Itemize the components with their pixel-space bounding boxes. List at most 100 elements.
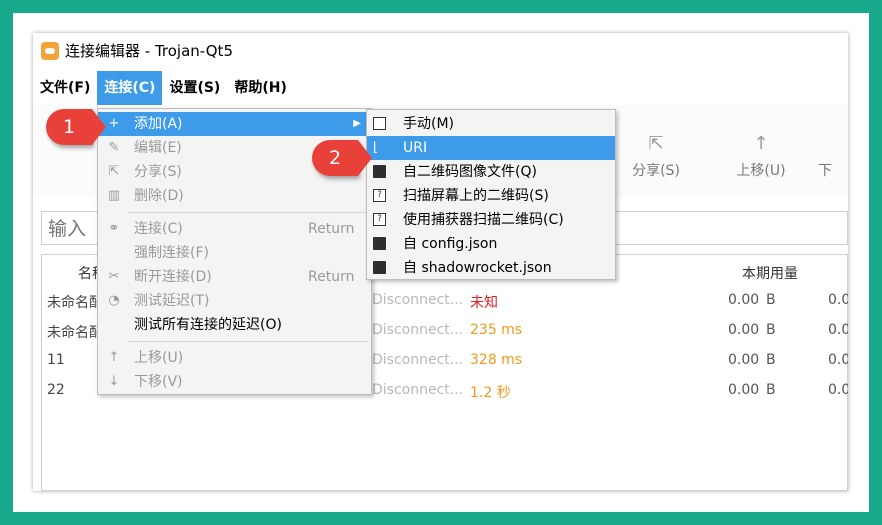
toolbar-more-label: 下 — [818, 163, 832, 179]
menu-item-shortcut: Return — [308, 221, 355, 237]
toolbar-share-button[interactable]: ⇱ 分享(S) — [621, 133, 691, 180]
link-icon: ⚭ — [108, 221, 120, 236]
submenu-item-scan-screen[interactable]: ? 扫描屏幕上的二维码(S) — [367, 184, 615, 208]
row-name: 11 — [47, 352, 65, 368]
submenu-item-label: URI — [403, 140, 428, 156]
menu-settings[interactable]: 设置(S) — [162, 71, 227, 105]
row-usage: 0.00 — [728, 322, 760, 338]
menu-item-label: 测试延迟(T) — [134, 293, 210, 309]
menu-item-connect[interactable]: ⚭ 连接(C) Return — [98, 217, 371, 241]
arrow-up-icon: ↑ — [108, 350, 120, 365]
menu-item-move-up[interactable]: ↑ 上移(U) — [98, 346, 371, 370]
submenu-item-label: 扫描屏幕上的二维码(S) — [403, 188, 549, 204]
menu-item-label: 分享(S) — [134, 164, 182, 180]
arrow-down-icon — [818, 133, 848, 154]
folder-icon — [373, 261, 386, 274]
menu-item-add[interactable]: + 添加(A) ▶ — [98, 112, 371, 136]
row-latency: 328 ms — [470, 352, 523, 368]
menu-item-force-connect[interactable]: 强制连接(F) — [98, 241, 371, 265]
column-header-usage[interactable]: 本期用量 — [742, 263, 798, 283]
row-usage-unit: B — [766, 382, 776, 398]
window-title: 连接编辑器 - Trojan-Qt5 — [65, 42, 233, 60]
row-status: Disconnect... — [372, 352, 464, 368]
submenu-item-label: 自 config.json — [403, 236, 498, 252]
submenu-item-shadowrocket-json[interactable]: 自 shadowrocket.json — [367, 256, 615, 280]
menu-bar: 文件(F) 连接(C) 设置(S) 帮助(H) — [33, 71, 848, 105]
folder-icon — [373, 165, 386, 178]
submenu-arrow-icon: ▶ — [353, 118, 361, 129]
arrow-up-icon: ↑ — [753, 133, 769, 154]
row-extra: 0.0 — [828, 292, 848, 308]
menu-item-shortcut: Return — [308, 269, 355, 285]
submenu-item-scan-capture[interactable]: ? 使用捕获器扫描二维码(C) — [367, 208, 615, 232]
menu-item-label: 断开连接(D) — [134, 269, 212, 285]
toolbar-share-label: 分享(S) — [632, 163, 680, 179]
menu-item-delete[interactable]: ▥ 删除(D) — [98, 184, 371, 208]
menu-item-move-down[interactable]: ↓ 下移(V) — [98, 370, 371, 394]
menu-item-label: 测试所有连接的延迟(O) — [134, 317, 282, 333]
row-usage: 0.00 — [728, 382, 760, 398]
row-status: Disconnect... — [372, 322, 464, 338]
menu-item-label: 添加(A) — [134, 116, 183, 132]
qr-code-icon: ? — [373, 189, 386, 202]
edit-icon: ✎ — [108, 140, 120, 155]
folder-icon — [373, 237, 386, 250]
row-usage: 0.00 — [728, 352, 760, 368]
row-usage-unit: B — [766, 292, 776, 308]
title-bar: 连接编辑器 - Trojan-Qt5 — [33, 33, 848, 68]
plus-icon: + — [108, 116, 120, 131]
submenu-item-label: 自二维码图像文件(Q) — [403, 164, 537, 180]
menu-item-label: 删除(D) — [134, 188, 184, 204]
row-status: Disconnect... — [372, 382, 464, 398]
row-status: Disconnect... — [372, 292, 464, 308]
menu-divider — [128, 341, 368, 342]
submenu-item-config-json[interactable]: 自 config.json — [367, 232, 615, 256]
row-name: 未命名配 — [47, 325, 103, 341]
row-extra: 0.0 — [828, 352, 848, 368]
share-icon: ⇱ — [108, 164, 120, 179]
share-icon: ⇱ — [648, 133, 664, 154]
toolbar-move-up-label: 上移(U) — [736, 163, 786, 179]
menu-item-label: 连接(C) — [134, 221, 183, 237]
gauge-icon: ◔ — [108, 293, 120, 308]
add-submenu: 手动(M) ⌊ URI 自二维码图像文件(Q) ? 扫描屏幕上的二维码(S) ?… — [366, 109, 616, 280]
row-usage: 0.00 — [728, 292, 760, 308]
row-extra: 0.0 — [828, 382, 848, 398]
trash-icon: ▥ — [107, 188, 121, 203]
menu-item-label: 强制连接(F) — [134, 245, 209, 261]
uri-icon: ⌊ — [373, 140, 379, 155]
submenu-item-label: 自 shadowrocket.json — [403, 260, 552, 276]
row-latency: 235 ms — [470, 322, 523, 338]
menu-item-test-latency[interactable]: ◔ 测试延迟(T) — [98, 289, 371, 313]
document-icon — [373, 117, 386, 130]
arrow-down-icon: ↓ — [108, 374, 120, 389]
qr-code-icon: ? — [373, 213, 386, 226]
row-usage-unit: B — [766, 352, 776, 368]
menu-item-test-all[interactable]: 测试所有连接的延迟(O) — [98, 313, 371, 337]
menu-connection[interactable]: 连接(C) — [97, 71, 163, 105]
submenu-item-label: 使用捕获器扫描二维码(C) — [403, 212, 564, 228]
menu-help[interactable]: 帮助(H) — [227, 71, 294, 105]
menu-item-disconnect[interactable]: ✂ 断开连接(D) Return — [98, 265, 371, 289]
menu-item-label: 下移(V) — [134, 374, 183, 390]
submenu-item-label: 手动(M) — [403, 116, 455, 132]
submenu-item-uri[interactable]: ⌊ URI — [367, 136, 615, 160]
menu-item-label: 上移(U) — [134, 350, 184, 366]
row-latency: 1.2 秒 — [470, 385, 511, 401]
submenu-item-manual[interactable]: 手动(M) — [367, 112, 615, 136]
row-name: 22 — [47, 382, 65, 398]
row-latency: 未知 — [470, 295, 498, 311]
step-2-marker: 2 — [312, 140, 372, 176]
menu-file[interactable]: 文件(F) — [33, 71, 97, 105]
toolbar-move-down-button[interactable]: 下 — [818, 133, 848, 180]
menu-divider — [128, 212, 368, 213]
row-usage-unit: B — [766, 322, 776, 338]
submenu-item-qr-file[interactable]: 自二维码图像文件(Q) — [367, 160, 615, 184]
app-icon — [41, 41, 59, 60]
menu-item-label: 编辑(E) — [134, 140, 182, 156]
row-extra: 0.0 — [828, 322, 848, 338]
unlink-icon: ✂ — [108, 269, 120, 284]
row-name: 未命名配 — [47, 295, 103, 311]
step-1-marker: 1 — [46, 109, 106, 145]
toolbar-move-up-button[interactable]: ↑ 上移(U) — [726, 133, 796, 180]
